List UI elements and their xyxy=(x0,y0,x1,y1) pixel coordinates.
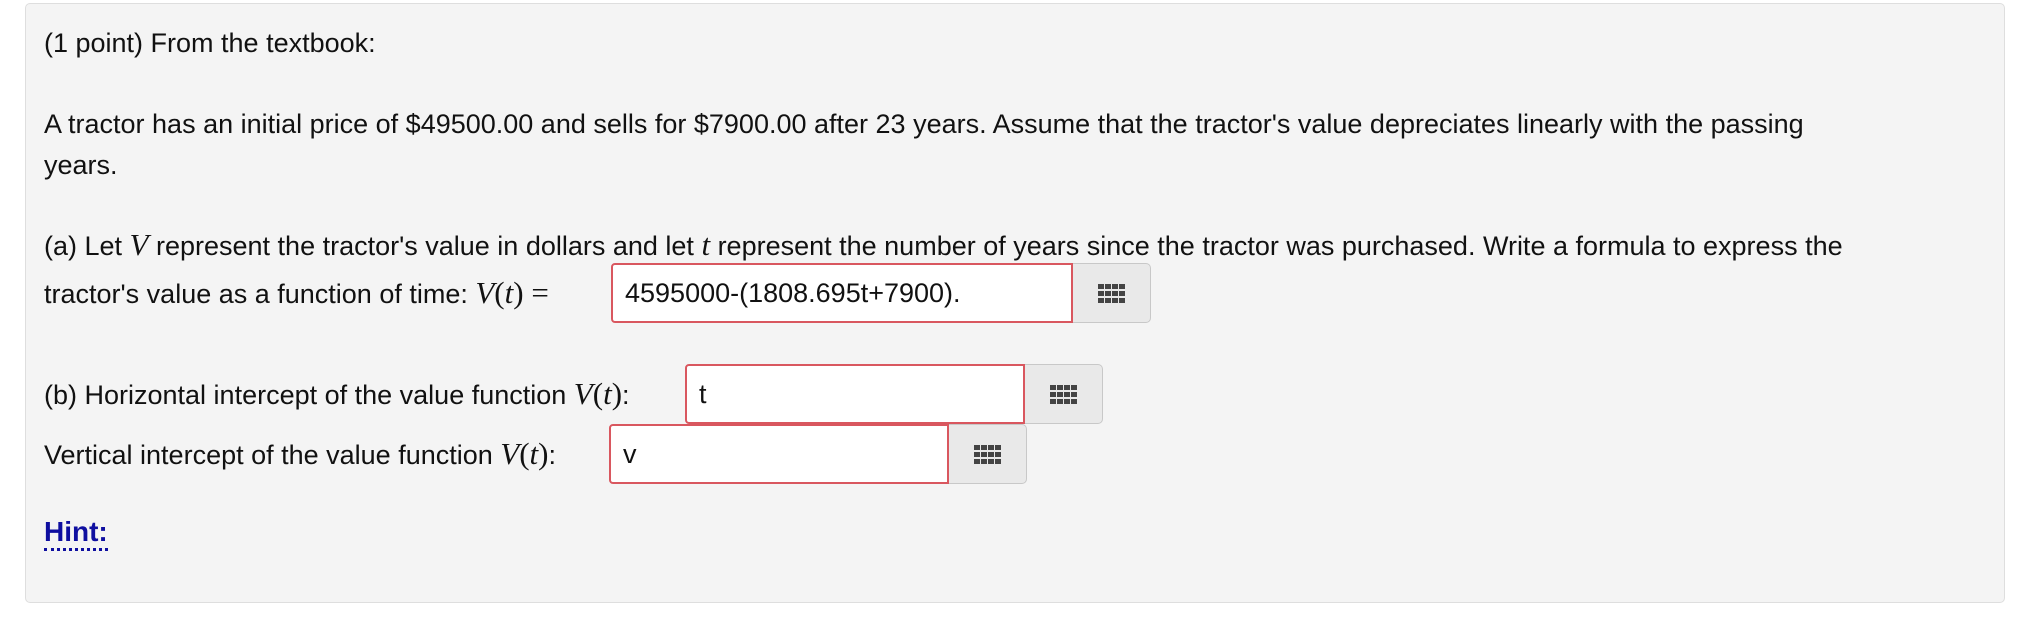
variable-t: t xyxy=(701,227,711,262)
part-a-question-line-1: (a) Let V represent the tractor's value … xyxy=(44,225,1843,266)
horizontal-intercept-input[interactable] xyxy=(685,364,1025,424)
part-a-text-1: (a) Let xyxy=(44,231,130,261)
part-a-text-3: represent the number of years since the … xyxy=(710,231,1843,261)
part-b-vertical-label: Vertical intercept of the value function… xyxy=(44,436,557,471)
hint-link[interactable]: Hint: xyxy=(44,516,108,551)
grid-icon xyxy=(1050,384,1077,404)
part-a-answer-input[interactable] xyxy=(611,263,1073,323)
vertical-intercept-equation-editor-button[interactable] xyxy=(949,424,1027,484)
part-a-question-line-2: tractor's value as a function of time: V… xyxy=(44,273,549,314)
part-a-text-4: tractor's value as a function of time: xyxy=(44,279,476,309)
grid-icon xyxy=(1098,283,1125,303)
problem-container: (1 point) From the textbook: A tractor h… xyxy=(25,3,2005,603)
variable-v: V xyxy=(129,227,149,262)
function-expression: V(t) xyxy=(573,376,623,411)
horizontal-intercept-equation-editor-button[interactable] xyxy=(1025,364,1103,424)
function-expression: V(t) = xyxy=(475,275,549,310)
problem-statement-line-1: A tractor has an initial price of $49500… xyxy=(44,109,1804,139)
problem-header: (1 point) From the textbook: xyxy=(44,28,376,58)
problem-statement-line-2: years. xyxy=(44,150,118,180)
part-a-equation-editor-button[interactable] xyxy=(1073,263,1151,323)
part-a-text-2: represent the tractor's value in dollars… xyxy=(148,231,702,261)
vertical-intercept-input[interactable] xyxy=(609,424,949,484)
function-expression: V(t) xyxy=(500,436,549,471)
grid-icon xyxy=(974,444,1001,464)
part-b-horizontal-label: (b) Horizontal intercept of the value fu… xyxy=(44,376,630,411)
